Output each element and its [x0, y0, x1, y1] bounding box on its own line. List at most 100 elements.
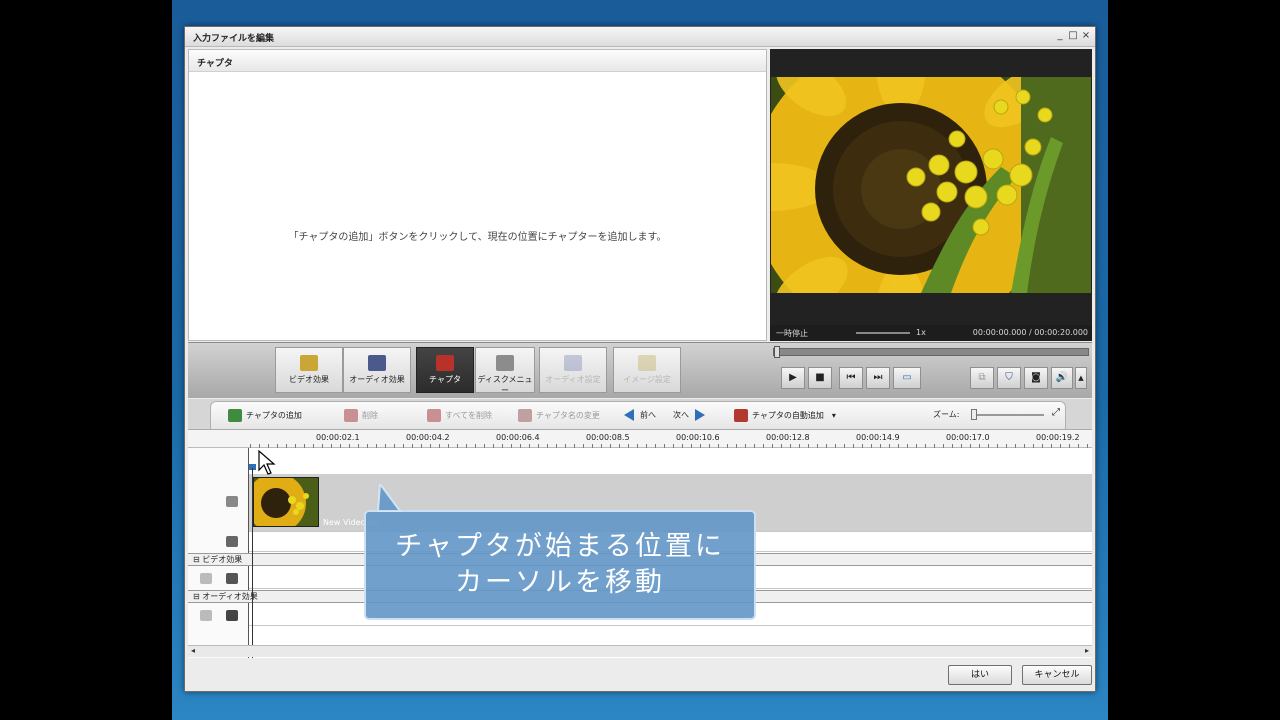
next-frame-button[interactable]: ⏭ — [866, 367, 890, 389]
speaker-icon: 🔊 — [1055, 372, 1069, 383]
ok-button[interactable]: はい — [948, 665, 1012, 685]
audio-settings-icon — [564, 355, 582, 371]
chevron-down-icon: ▾ — [831, 411, 836, 420]
disc-menu-button[interactable]: ディスクメニュー — [475, 347, 535, 395]
preview-video-frame — [771, 77, 1091, 293]
seek-knob[interactable] — [774, 346, 780, 358]
audio-effect-button[interactable]: オーディオ効果 — [343, 347, 411, 393]
next-label: 次へ — [673, 410, 689, 420]
preview-status-bar: 一時停止 1x 00:00:00.000 / 00:00:20.000 — [770, 325, 1092, 341]
ruler-tick-label: 00:00:08.5 — [586, 433, 630, 442]
scroll-right-icon[interactable]: ▸ — [1085, 646, 1089, 655]
delete-all-label: すべてを削除 — [445, 411, 492, 420]
chapter-list-panel: チャプタ 「チャプタの追加」ボタンをクリックして、現在の位置にチャプターを追加し… — [188, 49, 767, 341]
ruler-tick-label: 00:00:19.2 — [1036, 433, 1080, 442]
fit-zoom-icon[interactable]: ⤢ — [1052, 407, 1060, 418]
chapter-panel-header: チャプタ — [189, 50, 766, 72]
clapper-icon — [226, 536, 238, 547]
zoom-slider[interactable] — [974, 414, 1044, 416]
chapter-tool-label: チャプタ — [429, 375, 461, 384]
image-settings-label: イメージ設定 — [623, 375, 671, 384]
next-chapter-button[interactable]: 次へ — [673, 409, 705, 421]
audio-effect-label: オーディオ効果 — [349, 375, 405, 384]
video-effect-button[interactable]: ビデオ効果 — [275, 347, 343, 393]
crop-icon: ⧉ — [978, 372, 986, 383]
auto-add-icon — [734, 409, 748, 422]
audio-settings-button[interactable]: オーディオ設定 — [539, 347, 607, 393]
callout-line-1: チャプタが始まる位置に — [395, 531, 725, 562]
tutorial-callout: チャプタが始まる位置に カーソルを移動 — [364, 510, 756, 620]
close-button[interactable]: × — [1081, 30, 1091, 42]
mouse-cursor-icon — [258, 450, 276, 475]
image-settings-button[interactable]: イメージ設定 — [613, 347, 681, 393]
screen-icon: ▭ — [902, 372, 912, 383]
ruler-tick-label: 00:00:06.4 — [496, 433, 540, 442]
time-display: 00:00:00.000 / 00:00:20.000 — [972, 328, 1088, 337]
ruler-ticks — [250, 444, 1088, 448]
chapter-icon — [436, 355, 454, 371]
eye-icon[interactable] — [200, 610, 212, 621]
play-button[interactable]: ▶ — [781, 367, 805, 389]
volume-button[interactable]: 🔊 — [1051, 367, 1073, 389]
play-icon: ▶ — [789, 372, 797, 383]
ruler-tick-label: 00:00:12.8 — [766, 433, 810, 442]
seek-bar[interactable] — [773, 346, 1089, 358]
maximize-button[interactable]: □ — [1068, 30, 1078, 42]
video-effect-track-icon — [226, 573, 238, 584]
scroll-left-icon[interactable]: ◂ — [191, 646, 195, 655]
volume-dropdown[interactable]: ▲ — [1075, 367, 1087, 389]
crop-button[interactable]: ⧉ — [970, 367, 994, 389]
rename-chapter-button[interactable]: チャプタ名の変更 — [518, 409, 600, 422]
chevron-up-icon: ▲ — [1078, 374, 1084, 382]
arrow-left-icon — [624, 409, 634, 421]
callout-pointer — [376, 484, 402, 512]
minimize-button[interactable]: _ — [1055, 30, 1065, 42]
video-clip-thumbnail[interactable] — [253, 477, 319, 527]
zoom-label: ズーム: — [933, 410, 960, 419]
ruler-tick-label: 00:00:02.1 — [316, 433, 360, 442]
add-chapter-icon — [228, 409, 242, 422]
snapshot-button[interactable]: ◙ — [1024, 367, 1048, 389]
arrow-right-icon — [695, 409, 705, 421]
audio-effect-icon — [368, 355, 386, 371]
cancel-button[interactable]: キャンセル — [1022, 665, 1092, 685]
shield-button[interactable]: ⛉ — [997, 367, 1021, 389]
horizontal-scrollbar[interactable]: ◂ ▸ — [188, 645, 1092, 657]
speed-slider[interactable] — [856, 332, 910, 334]
previous-chapter-button[interactable]: 前へ — [624, 409, 656, 421]
add-chapter-button[interactable]: チャプタの追加 — [228, 409, 302, 422]
chapter-tool-button[interactable]: チャプタ — [416, 347, 474, 393]
title-bar[interactable]: 入力ファイルを編集 _ □ × — [185, 27, 1095, 47]
playhead-line[interactable] — [252, 468, 253, 664]
delete-chapter-button[interactable]: 削除 — [344, 409, 378, 422]
delete-icon — [344, 409, 358, 422]
dialog-footer: はい キャンセル — [188, 658, 1092, 691]
playback-speed: 1x — [916, 328, 926, 337]
video-effect-label: ビデオ効果 — [289, 375, 329, 384]
video-effect-icon — [300, 355, 318, 371]
playback-state: 一時停止 — [776, 329, 808, 338]
time-ruler[interactable]: 00:00:02.1 00:00:04.2 00:00:06.4 00:00:0… — [188, 430, 1092, 448]
zoom-slider-knob[interactable] — [971, 409, 977, 420]
delete-all-button[interactable]: すべてを削除 — [427, 409, 492, 422]
edit-tools-band: ビデオ効果 オーディオ効果 チャプタ ディスクメニュー オーディオ設定 イメージ… — [188, 342, 1092, 398]
delete-label: 削除 — [362, 411, 378, 420]
chapter-hint-text: 「チャプタの追加」ボタンをクリックして、現在の位置にチャプターを追加します。 — [288, 232, 667, 243]
delete-all-icon — [427, 409, 441, 422]
ruler-tick-label: 00:00:10.6 — [676, 433, 720, 442]
audio-settings-label: オーディオ設定 — [545, 375, 601, 384]
shield-icon: ⛉ — [1005, 372, 1013, 383]
auto-add-chapter-button[interactable]: チャプタの自動追加 ▾ — [734, 409, 836, 422]
skip-back-icon: ⏮ — [846, 372, 856, 383]
image-settings-icon — [638, 355, 656, 371]
fullscreen-button[interactable]: ▭ — [893, 367, 921, 389]
ruler-tick-label: 00:00:14.9 — [856, 433, 900, 442]
video-track-icon — [226, 496, 238, 507]
audio-effects-label: オーディオ効果 — [202, 592, 258, 601]
previous-label: 前へ — [640, 410, 656, 420]
ruler-tick-label: 00:00:17.0 — [946, 433, 990, 442]
eye-icon[interactable] — [200, 573, 212, 584]
stop-button[interactable]: ■ — [808, 367, 832, 389]
previous-frame-button[interactable]: ⏮ — [839, 367, 863, 389]
stop-icon: ■ — [815, 372, 825, 383]
